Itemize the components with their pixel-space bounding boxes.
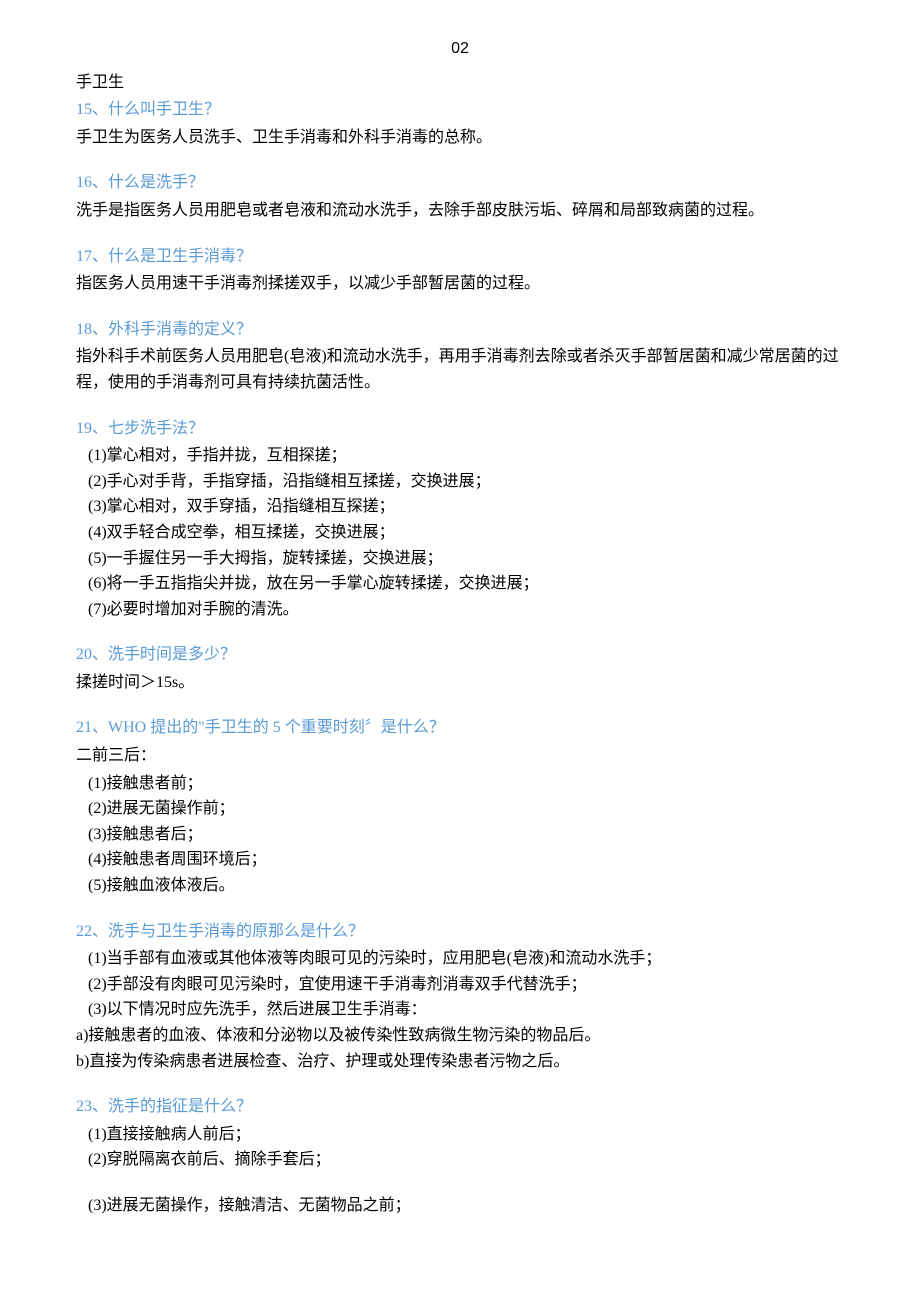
answer-20: 揉搓时间＞15s。	[76, 670, 844, 696]
list-item: (3)以下情况时应先洗手，然后进展卫生手消毒：	[76, 997, 844, 1023]
page-number: 02	[76, 36, 844, 62]
sub-item: b)直接为传染病患者进展检查、治疗、护理或处理传染患者污物之后。	[76, 1049, 844, 1075]
question-21: 21、WHO 提出的"手卫生的 5 个重要时刻〞是什么？	[76, 715, 844, 741]
list-item: (1)直接接触病人前后；	[76, 1122, 844, 1148]
list-item: (6)将一手五指指尖并拢，放在另一手掌心旋转揉搓，交换进展；	[76, 571, 844, 597]
list-item: (1)当手部有血液或其他体液等肉眼可见的污染时，应用肥皂(皂液)和流动水洗手；	[76, 946, 844, 972]
question-15: 15、什么叫手卫生？	[76, 97, 844, 123]
list-item: (5)接触血液体液后。	[76, 873, 844, 899]
content-gap	[76, 1173, 844, 1193]
section-title: 手卫生	[76, 70, 844, 96]
answer-15: 手卫生为医务人员洗手、卫生手消毒和外科手消毒的总称。	[76, 125, 844, 151]
answer-17: 指医务人员用速干手消毒剂揉搓双手，以减少手部暂居菌的过程。	[76, 271, 844, 297]
answer-18: 指外科手术前医务人员用肥皂(皂液)和流动水洗手，再用手消毒剂去除或者杀灭手部暂居…	[76, 344, 844, 395]
list-item: (2)穿脱隔离衣前后、摘除手套后；	[76, 1147, 844, 1173]
list-item: (3)接触患者后；	[76, 822, 844, 848]
question-20: 20、洗手时间是多少？	[76, 642, 844, 668]
list-item: (4)双手轻合成空拳，相互揉搓，交换进展；	[76, 520, 844, 546]
list-item: (2)进展无菌操作前；	[76, 796, 844, 822]
question-18: 18、外科手消毒的定义？	[76, 317, 844, 343]
answer-16: 洗手是指医务人员用肥皂或者皂液和流动水洗手，去除手部皮肤污垢、碎屑和局部致病菌的…	[76, 198, 844, 224]
sub-item: a)接触患者的血液、体液和分泌物以及被传染性致病微生物污染的物品后。	[76, 1023, 844, 1049]
question-19: 19、七步洗手法？	[76, 416, 844, 442]
list-item: (5)一手握住另一手大拇指，旋转揉搓，交换进展；	[76, 546, 844, 572]
list-item: (4)接触患者周围环境后；	[76, 847, 844, 873]
list-item: (3)掌心相对，双手穿插，沿指缝相互探搓；	[76, 494, 844, 520]
list-item: (7)必要时增加对手腕的清洗。	[76, 597, 844, 623]
question-16: 16、什么是洗手？	[76, 170, 844, 196]
answer-21-intro: 二前三后：	[76, 743, 844, 769]
list-item: (2)手心对手背，手指穿插，沿指缝相互揉搓，交换进展；	[76, 469, 844, 495]
list-item: (1)接触患者前；	[76, 771, 844, 797]
list-item: (1)掌心相对，手指并拢，互相探搓；	[76, 443, 844, 469]
list-item: (3)进展无菌操作，接触清洁、无菌物品之前；	[76, 1193, 844, 1219]
question-23: 23、洗手的指征是什么？	[76, 1094, 844, 1120]
list-item: (2)手部没有肉眼可见污染时，宜使用速干手消毒剂消毒双手代替洗手；	[76, 972, 844, 998]
question-17: 17、什么是卫生手消毒？	[76, 244, 844, 270]
question-22: 22、洗手与卫生手消毒的原那么是什么？	[76, 919, 844, 945]
